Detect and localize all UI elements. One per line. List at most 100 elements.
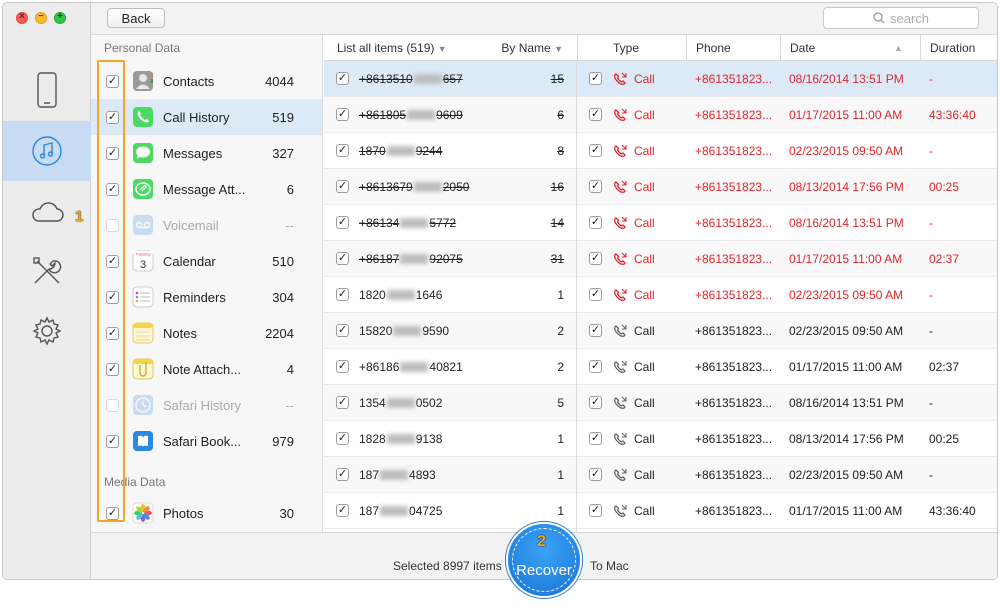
row-checkbox[interactable]: ✓	[336, 360, 349, 373]
list-all-sort[interactable]: List all items (519) ▼	[337, 41, 447, 55]
category-item[interactable]: ✓ Messages 327	[91, 135, 322, 171]
row-checkbox[interactable]: ✓	[336, 108, 349, 121]
category-item[interactable]: Safari History --	[91, 387, 322, 423]
call-row[interactable]: ✓ Call +861351823... 02/23/2015 09:50 AM -	[577, 457, 997, 493]
category-item[interactable]: ✓ Message Att... 6	[91, 171, 322, 207]
call-date: 08/16/2014 13:51 PM	[789, 215, 904, 230]
by-name-sort[interactable]: By Name ▼	[501, 41, 563, 55]
list-row[interactable]: ✓ +8613679 2050 16	[324, 169, 576, 205]
call-row[interactable]: ✓ Call +861351823... 02/23/2015 09:50 AM -	[577, 313, 997, 349]
call-row[interactable]: ✓ Call +861351823... 02/23/2015 09:50 AM -	[577, 133, 997, 169]
row-checkbox[interactable]: ✓	[589, 324, 602, 337]
list-row[interactable]: ✓ +8613510 657 15	[324, 61, 576, 97]
rail-device[interactable]	[3, 60, 91, 120]
category-item[interactable]: ✓ Note Attach... 4	[91, 351, 322, 387]
row-checkbox[interactable]: ✓	[336, 72, 349, 85]
category-item[interactable]: ✓ Safari Book... 979	[91, 423, 322, 459]
close-button[interactable]: ×	[16, 11, 28, 24]
row-checkbox[interactable]: ✓	[589, 72, 602, 85]
zoom-button[interactable]: +	[54, 11, 66, 24]
category-item[interactable]: ✓ Call History 519	[91, 99, 322, 135]
row-checkbox[interactable]: ✓	[336, 180, 349, 193]
minimize-button[interactable]: −	[35, 11, 47, 24]
list-row[interactable]: ✓ +86186 40821 2	[324, 349, 576, 385]
category-item[interactable]: ✓ Tuesday 3 Calendar 510	[91, 243, 322, 279]
call-icon	[614, 504, 627, 517]
toolbar: Back search	[91, 3, 997, 35]
row-checkbox[interactable]: ✓	[336, 504, 349, 517]
call-row[interactable]: ✓ Call +861351823... 08/13/2014 17:56 PM 00:…	[577, 169, 997, 205]
category-count: 30	[279, 505, 294, 521]
rail-itunes[interactable]	[3, 121, 91, 181]
list-row[interactable]: ✓ +86134 5772 14	[324, 205, 576, 241]
row-checkbox[interactable]: ✓	[336, 432, 349, 445]
search-input[interactable]: search	[823, 7, 979, 29]
call-date: 01/17/2015 11:00 AM	[789, 251, 903, 266]
row-checkbox[interactable]: ✓	[336, 324, 349, 337]
call-phone: +861351823...	[695, 359, 773, 374]
row-checkbox[interactable]: ✓	[336, 144, 349, 157]
call-phone: +861351823...	[695, 287, 773, 302]
col-phone[interactable]: Phone	[696, 41, 731, 55]
row-checkbox[interactable]: ✓	[589, 108, 602, 121]
row-checkbox[interactable]: ✓	[336, 288, 349, 301]
call-row[interactable]: ✓ Call +861351823... 08/16/2014 13:51 PM -	[577, 385, 997, 421]
record-count: 31	[550, 251, 564, 266]
list-row[interactable]: ✓ 1870 9244 8	[324, 133, 576, 169]
col-date[interactable]: Date	[790, 41, 815, 55]
list-row[interactable]: ✓ +861805 9609 6	[324, 97, 576, 133]
row-checkbox[interactable]: ✓	[589, 180, 602, 193]
row-checkbox[interactable]: ✓	[336, 252, 349, 265]
call-duration: 00:25	[929, 179, 960, 194]
category-item[interactable]: ✓ Contacts 4044	[91, 63, 322, 99]
contact-number: +8613510 657	[359, 71, 463, 86]
row-checkbox[interactable]: ✓	[336, 216, 349, 229]
category-pane: Personal Data Media Data ✓ Contacts 4044 ✓ C…	[91, 35, 323, 532]
search-placeholder: search	[889, 10, 930, 26]
call-row[interactable]: ✓ Call +861351823... 01/17/2015 11:00 AM 02:…	[577, 349, 997, 385]
call-type: Call	[634, 143, 655, 158]
call-row[interactable]: ✓ Call +861351823... 02/23/2015 09:50 AM -	[577, 277, 997, 313]
call-phone: +861351823...	[695, 323, 773, 338]
call-row[interactable]: ✓ Call +861351823... 01/17/2015 11:00 AM 02:…	[577, 241, 997, 277]
call-row[interactable]: ✓ Call +861351823... 08/13/2014 17:56 PM 00:…	[577, 421, 997, 457]
row-checkbox[interactable]: ✓	[589, 216, 602, 229]
row-checkbox[interactable]: ✓	[589, 252, 602, 265]
contact-number: 15820 9590	[359, 323, 450, 338]
row-checkbox[interactable]: ✓	[336, 468, 349, 481]
row-checkbox[interactable]: ✓	[589, 396, 602, 409]
call-row[interactable]: ✓ Call +861351823... 01/17/2015 11:00 AM 43:…	[577, 493, 997, 529]
category-item[interactable]: Voicemail --	[91, 207, 322, 243]
col-duration[interactable]: Duration	[930, 41, 975, 55]
category-item[interactable]: ✓ Notes 2204	[91, 315, 322, 351]
note-attachment-icon	[131, 357, 155, 381]
record-count: 5	[557, 395, 564, 410]
list-row[interactable]: ✓ 1354 0502 5	[324, 385, 576, 421]
category-name: Safari History	[163, 397, 242, 413]
record-count: 1	[557, 287, 564, 302]
record-count: 15	[550, 71, 564, 86]
row-checkbox[interactable]: ✓	[589, 288, 602, 301]
row-checkbox[interactable]: ✓	[589, 468, 602, 481]
col-type[interactable]: Type	[613, 41, 639, 55]
list-row[interactable]: ✓ 1828 9138 1	[324, 421, 576, 457]
list-row[interactable]: ✓ 1820 1646 1	[324, 277, 576, 313]
list-row[interactable]: ✓ 15820 9590 2	[324, 313, 576, 349]
category-item[interactable]: ✓ Photos 30	[91, 495, 322, 531]
list-row[interactable]: ✓ 187 4893 1	[324, 457, 576, 493]
back-button[interactable]: Back	[107, 8, 165, 28]
call-duration: 43:36:40	[929, 107, 976, 122]
rail-tools[interactable]	[3, 241, 91, 301]
rail-settings[interactable]	[3, 301, 91, 361]
row-checkbox[interactable]: ✓	[589, 432, 602, 445]
list-row[interactable]: ✓ +86187 92075 31	[324, 241, 576, 277]
call-row[interactable]: ✓ Call +861351823... 08/16/2014 13:51 PM -	[577, 61, 997, 97]
row-checkbox[interactable]: ✓	[589, 144, 602, 157]
call-row[interactable]: ✓ Call +861351823... 01/17/2015 11:00 AM 43:…	[577, 97, 997, 133]
category-name: Messages	[163, 145, 223, 161]
category-item[interactable]: ✓ Reminders 304	[91, 279, 322, 315]
row-checkbox[interactable]: ✓	[589, 504, 602, 517]
row-checkbox[interactable]: ✓	[336, 396, 349, 409]
row-checkbox[interactable]: ✓	[589, 360, 602, 373]
call-row[interactable]: ✓ Call +861351823... 08/16/2014 13:51 PM -	[577, 205, 997, 241]
